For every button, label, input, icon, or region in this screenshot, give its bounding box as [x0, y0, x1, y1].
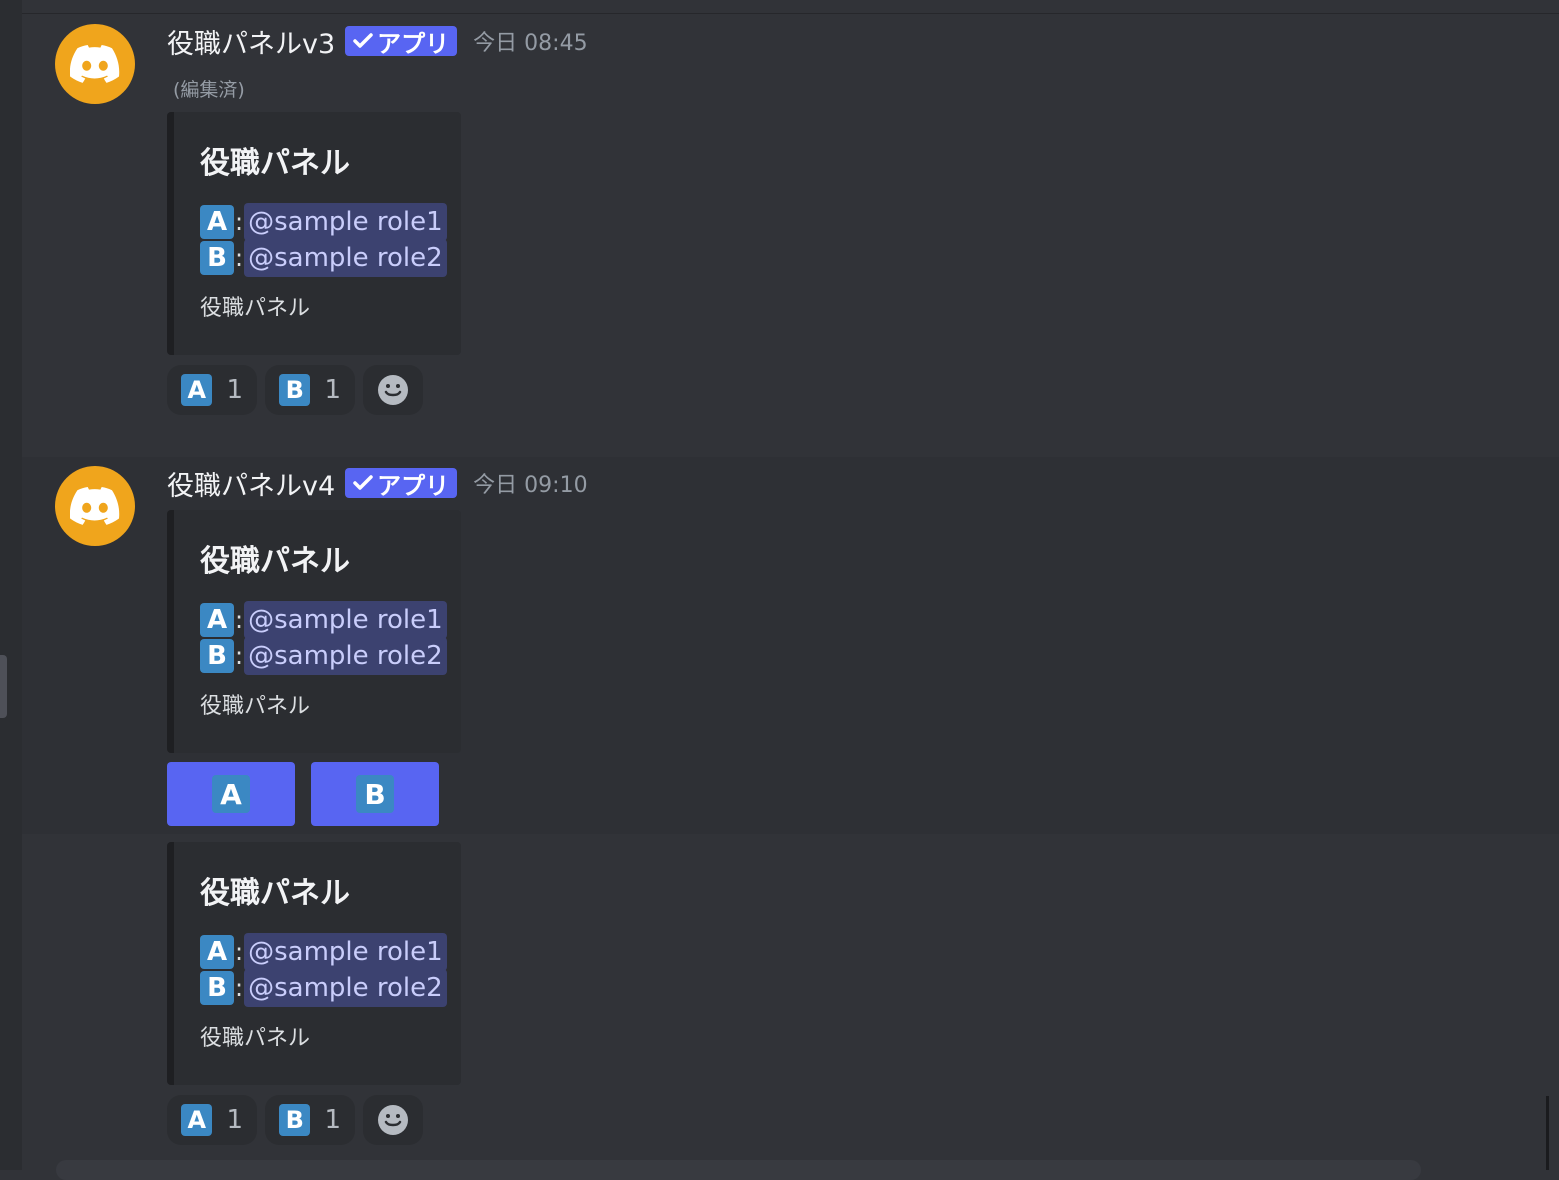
add-reaction-button[interactable]	[363, 1095, 423, 1145]
separator: :	[235, 606, 244, 634]
app-badge-label: アプリ	[377, 471, 450, 500]
message-header: 役職パネルv3 アプリ 今日 08:45	[167, 22, 588, 61]
app-badge-label: アプリ	[377, 29, 450, 58]
role-line-b: B : @sample role2	[200, 637, 447, 675]
keycap-b-icon: B	[200, 639, 234, 673]
keycap-b-icon: B	[279, 374, 311, 406]
timestamp[interactable]: 今日 09:10	[473, 467, 587, 499]
keycap-b-icon: B	[200, 241, 234, 275]
reaction-count: 1	[226, 1105, 243, 1135]
left-gutter	[0, 0, 22, 1170]
role-mention[interactable]: @sample role2	[244, 239, 447, 277]
keycap-b-icon: B	[279, 1104, 311, 1136]
reaction-a[interactable]: A 1	[167, 1095, 257, 1145]
separator: :	[235, 642, 244, 670]
keycap-a-icon: A	[200, 603, 234, 637]
checkmark-icon	[353, 475, 373, 490]
role-line-a: A : @sample role1	[200, 933, 447, 971]
checkmark-icon	[353, 33, 373, 48]
reaction-count: 1	[226, 375, 243, 405]
keycap-b-icon: B	[200, 971, 234, 1005]
scrollbar-thumb[interactable]	[1546, 1096, 1549, 1170]
keycap-a-icon: A	[181, 1104, 213, 1136]
role-button-b[interactable]: B	[311, 762, 439, 826]
keycap-a-icon: A	[200, 935, 234, 969]
separator: :	[235, 244, 244, 272]
app-badge: アプリ	[345, 26, 458, 58]
role-button-a[interactable]: A	[167, 762, 295, 826]
edited-label: (編集済)	[173, 79, 245, 101]
separator: :	[235, 938, 244, 966]
username[interactable]: 役職パネルv3	[167, 22, 335, 61]
separator: :	[235, 974, 244, 1002]
reaction-b[interactable]: B 1	[265, 365, 355, 415]
reaction-a[interactable]: A 1	[167, 365, 257, 415]
username[interactable]: 役職パネルv4	[167, 464, 335, 503]
separator: :	[235, 208, 244, 236]
timestamp[interactable]: 今日 08:45	[473, 25, 587, 57]
discord-logo-icon	[70, 45, 120, 83]
embed-description: 役職パネル	[200, 296, 311, 321]
top-divider	[0, 0, 1559, 14]
role-line-a: A : @sample role1	[200, 601, 447, 639]
role-mention[interactable]: @sample role1	[244, 601, 447, 639]
role-panel-embed: 役職パネル A : @sample role1 B : @sample role…	[167, 112, 461, 355]
message-group-continuation: 役職パネル A : @sample role1 B : @sample role…	[22, 834, 1559, 1170]
message-composer[interactable]	[56, 1160, 1421, 1180]
smiley-add-reaction-icon	[378, 1105, 408, 1135]
role-line-a: A : @sample role1	[200, 203, 447, 241]
reaction-count: 1	[324, 375, 341, 405]
keycap-a-icon: A	[212, 775, 250, 813]
embed-title: 役職パネル	[200, 544, 350, 579]
reaction-b[interactable]: B 1	[265, 1095, 355, 1145]
role-mention[interactable]: @sample role2	[244, 637, 447, 675]
keycap-b-icon: B	[356, 775, 394, 813]
keycap-a-icon: A	[181, 374, 213, 406]
bot-avatar[interactable]	[55, 466, 135, 546]
message-header: 役職パネルv4 アプリ 今日 09:10	[167, 464, 588, 503]
embed-title: 役職パネル	[200, 876, 350, 911]
keycap-a-icon: A	[200, 205, 234, 239]
message-group-v4: 役職パネルv4 アプリ 今日 09:10 役職パネル A : @sample r…	[22, 457, 1559, 834]
embed-title: 役職パネル	[200, 146, 350, 181]
role-line-b: B : @sample role2	[200, 969, 447, 1007]
side-panel-handle[interactable]	[0, 655, 7, 718]
embed-description: 役職パネル	[200, 1026, 311, 1051]
role-line-b: B : @sample role2	[200, 239, 447, 277]
reaction-count: 1	[324, 1105, 341, 1135]
role-panel-embed: 役職パネル A : @sample role1 B : @sample role…	[167, 842, 461, 1085]
app-badge: アプリ	[345, 468, 458, 500]
smiley-add-reaction-icon	[378, 375, 408, 405]
message-group-v3: 役職パネルv3 アプリ 今日 08:45 (編集済) 役職パネル A : @sa…	[22, 14, 1559, 454]
role-panel-embed: 役職パネル A : @sample role1 B : @sample role…	[167, 510, 461, 753]
embed-description: 役職パネル	[200, 694, 311, 719]
bot-avatar[interactable]	[55, 24, 135, 104]
role-mention[interactable]: @sample role1	[244, 203, 447, 241]
role-mention[interactable]: @sample role1	[244, 933, 447, 971]
add-reaction-button[interactable]	[363, 365, 423, 415]
discord-logo-icon	[70, 487, 120, 525]
role-mention[interactable]: @sample role2	[244, 969, 447, 1007]
